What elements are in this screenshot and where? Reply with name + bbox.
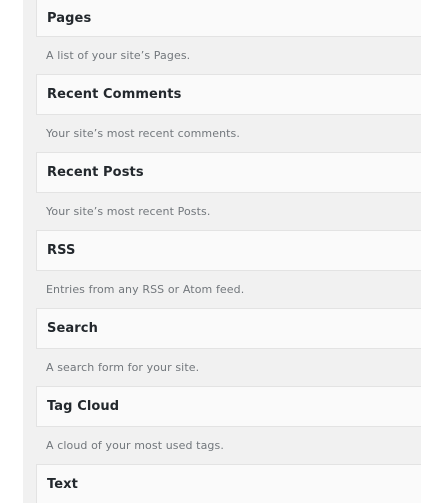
widget-title-bar-search[interactable]: Search xyxy=(36,308,421,349)
widget-title: Recent Comments xyxy=(47,87,182,102)
widget-text: Text xyxy=(23,464,421,503)
widget-description: Entries from any RSS or Atom feed. xyxy=(46,283,245,296)
widget-list: Pages A list of your site’s Pages. Recen… xyxy=(23,0,421,503)
widget-search: Search A search form for your site. xyxy=(23,308,421,386)
widget-title: Text xyxy=(47,477,78,492)
widget-description: A list of your site’s Pages. xyxy=(46,49,191,62)
widget-title-bar-rss[interactable]: RSS xyxy=(36,230,421,271)
widget-recent-comments: Recent Comments Your site’s most recent … xyxy=(23,74,421,152)
widget-description: A cloud of your most used tags. xyxy=(46,439,224,452)
widget-title-bar-pages[interactable]: Pages xyxy=(36,0,421,37)
widget-title: Tag Cloud xyxy=(47,399,120,414)
widget-pages: Pages A list of your site’s Pages. xyxy=(23,0,421,74)
widget-rss: RSS Entries from any RSS or Atom feed. xyxy=(23,230,421,308)
widget-title-bar-recent-posts[interactable]: Recent Posts xyxy=(36,152,421,193)
widget-tag-cloud: Tag Cloud A cloud of your most used tags… xyxy=(23,386,421,464)
widget-title-bar-recent-comments[interactable]: Recent Comments xyxy=(36,74,421,115)
available-widgets-panel: Pages A list of your site’s Pages. Recen… xyxy=(23,0,421,503)
widget-title: Pages xyxy=(47,10,92,26)
widget-title: Search xyxy=(47,321,98,336)
widget-recent-posts: Recent Posts Your site’s most recent Pos… xyxy=(23,152,421,230)
widget-description: Your site’s most recent Posts. xyxy=(46,205,211,218)
widget-description: A search form for your site. xyxy=(46,361,200,374)
widget-title-bar-tag-cloud[interactable]: Tag Cloud xyxy=(36,386,421,427)
widget-title: RSS xyxy=(47,243,76,258)
widget-title-bar-text[interactable]: Text xyxy=(36,464,421,503)
widget-description: Your site’s most recent comments. xyxy=(46,127,240,140)
widget-title: Recent Posts xyxy=(47,165,144,180)
